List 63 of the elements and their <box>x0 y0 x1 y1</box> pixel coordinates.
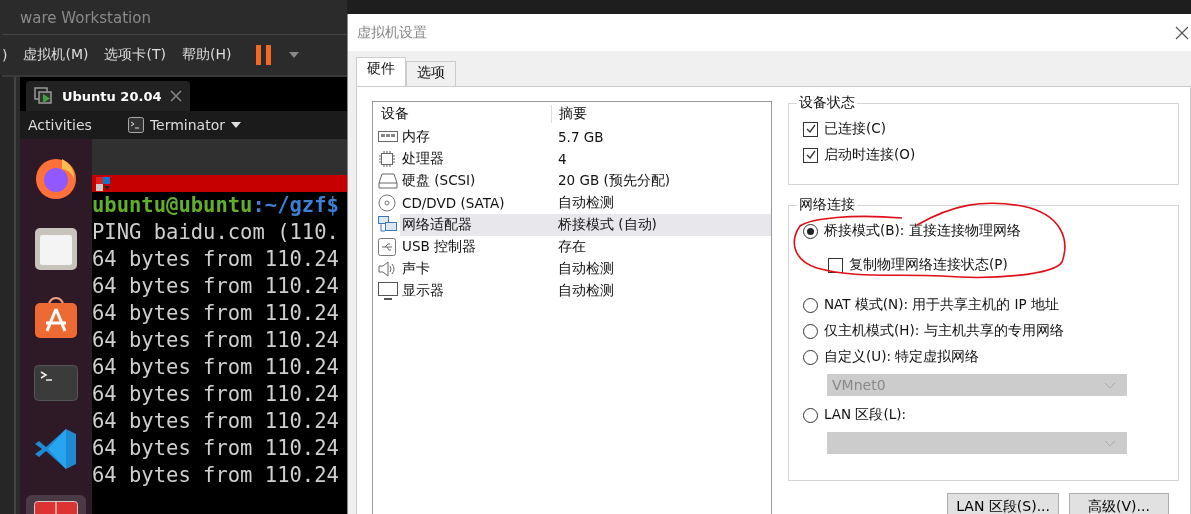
chevron-down-icon <box>1104 439 1116 447</box>
device-row[interactable]: 内存 5.7 GB <box>400 126 771 148</box>
check-icon <box>804 149 817 161</box>
disc-icon <box>378 194 396 212</box>
radio-button[interactable]: NAT 模式(N): 用于共享主机的 IP 地址 <box>803 294 1170 316</box>
hard-drive-icon <box>378 173 398 189</box>
terminal-line: 64 bytes from 110.24 <box>92 462 339 489</box>
terminal-line: 64 bytes from 110.24 <box>92 381 339 408</box>
memory-icon <box>378 130 398 144</box>
terminal-line: 64 bytes from 110.24 <box>92 300 339 327</box>
device-row[interactable]: 显示器 自动检测 <box>400 280 771 302</box>
group-title: 网络连接 <box>797 196 857 214</box>
window-grid-icon <box>96 176 110 191</box>
terminal-icon <box>127 117 144 133</box>
terminal-line: 64 bytes from 110.24 <box>92 327 339 354</box>
device-row[interactable]: 声卡 自动检测 <box>400 258 771 280</box>
terminal-line: 64 bytes from 110.24 <box>92 273 339 300</box>
speaker-icon <box>378 261 396 277</box>
device-row[interactable]: CD/DVD (SATA) 自动检测 <box>400 192 771 214</box>
device-row[interactable]: 处理器 4 <box>400 148 771 170</box>
vm-icon <box>34 87 54 105</box>
dialog-button[interactable]: 高级(V)... <box>1069 493 1169 514</box>
checkbox[interactable]: 已连接(C) <box>803 118 1170 140</box>
device-row[interactable]: 网络适配器 桥接模式 (自动) <box>400 214 771 236</box>
menu-item[interactable]: 选项卡(T) <box>104 46 166 64</box>
dialog-button[interactable]: LAN 区段(S)... <box>947 493 1059 514</box>
terminal-line: ubuntu@ubuntu:~/gzf$ <box>92 192 339 219</box>
device-row[interactable]: 硬盘 (SCSI) 20 GB (预先分配) <box>400 170 771 192</box>
menu-item[interactable]: 帮助(H) <box>181 46 232 64</box>
chevron-down-icon <box>1104 381 1116 389</box>
radio-button[interactable]: LAN 区段(L): <box>803 404 1170 426</box>
monitor-icon <box>378 282 398 300</box>
caret-icon <box>230 122 241 128</box>
close-icon[interactable] <box>169 90 182 102</box>
terminal-line: 64 bytes from 110.24 <box>92 408 339 435</box>
terminal-line: PING baidu.com (110. <box>92 219 339 246</box>
checkbox[interactable]: 复制物理网络连接状态(P) <box>828 254 1170 276</box>
radio-button[interactable]: 仅主机模式(H): 与主机共享的专用网络 <box>803 320 1170 342</box>
device-row[interactable]: USB 控制器 存在 <box>400 236 771 258</box>
tab[interactable]: 选项 <box>406 61 456 86</box>
group-title: 设备状态 <box>797 94 857 112</box>
close-icon[interactable] <box>1175 25 1189 40</box>
menu-item[interactable]: ) <box>2 47 8 63</box>
terminal-line: 64 bytes from 110.24 <box>92 435 339 462</box>
terminal-line: 64 bytes from 110.24 <box>92 246 339 273</box>
radio-button[interactable]: 自定义(U): 特定虚拟网络 <box>803 346 1170 368</box>
usb-icon <box>378 238 396 256</box>
checkbox[interactable]: 启动时连接(O) <box>803 144 1170 166</box>
check-icon <box>804 123 817 135</box>
radio-button[interactable]: 桥接模式(B): 直接连接物理网络 <box>803 220 1170 242</box>
column-header[interactable]: 摘要 <box>552 105 587 123</box>
terminal-line: 64 bytes from 110.24 <box>92 354 339 381</box>
vm-tab[interactable]: Ubuntu 20.04 <box>26 81 190 111</box>
column-header[interactable]: 设备 <box>373 105 552 123</box>
dialog-title: 虚拟机设置 <box>357 23 427 42</box>
tab[interactable]: 硬件 <box>356 57 406 86</box>
app-menu[interactable]: Terminator <box>127 117 241 133</box>
pause-icon[interactable] <box>255 45 274 65</box>
menu-item[interactable]: 虚拟机(M) <box>23 46 89 64</box>
activities-button[interactable]: Activities <box>28 117 92 133</box>
chip-icon <box>378 150 396 168</box>
caret-icon[interactable] <box>289 52 300 58</box>
network-icon <box>378 216 398 234</box>
